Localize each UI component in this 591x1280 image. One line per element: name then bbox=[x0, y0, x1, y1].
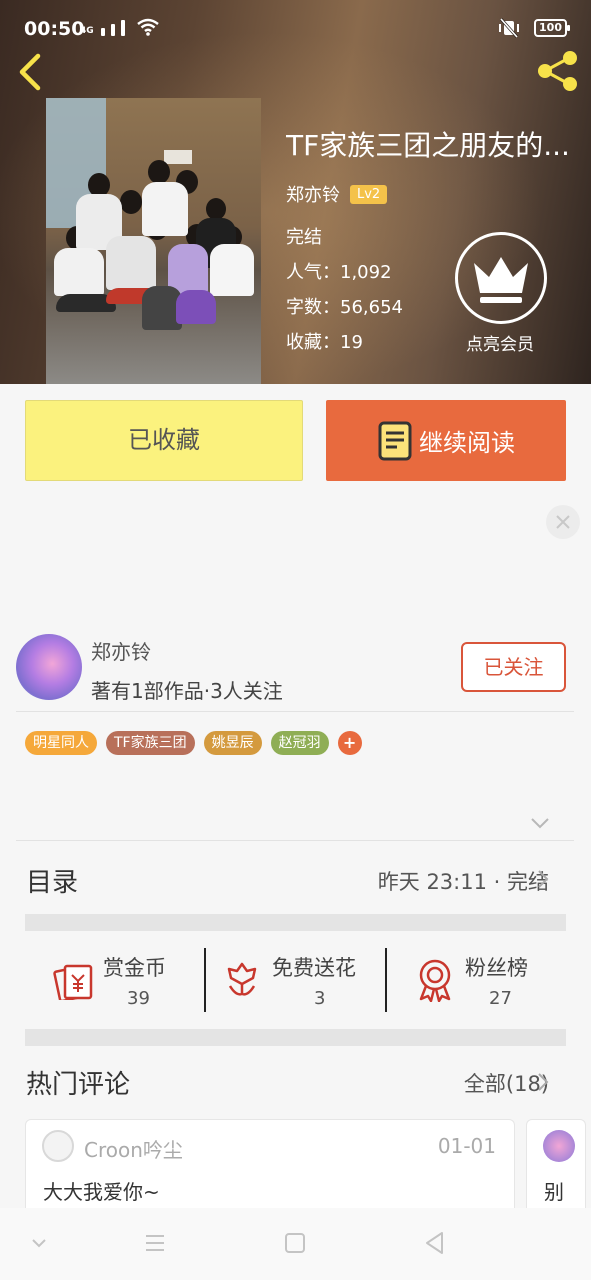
fans-ranking-button[interactable]: 粉丝榜 27 bbox=[387, 944, 566, 1020]
stat-label: 粉丝榜 bbox=[465, 956, 528, 980]
add-tag-button[interactable]: + bbox=[337, 731, 362, 755]
book-word-count: 字数：56,654 bbox=[286, 297, 403, 318]
stats-row: 赏金币 39 免费送花 3 粉丝榜 27 bbox=[25, 944, 566, 1020]
stat-label: 赏金币 bbox=[103, 956, 166, 980]
medal-icon bbox=[419, 959, 451, 1002]
author-card-name: 郑亦铃 bbox=[91, 640, 151, 664]
author-card-description: 著有1部作品·3人关注 bbox=[91, 679, 283, 703]
vip-label: 点亮会员 bbox=[466, 335, 534, 355]
menu-icon[interactable] bbox=[142, 1230, 168, 1256]
home-square-icon[interactable] bbox=[282, 1230, 308, 1256]
comment-text: 别 bbox=[544, 1180, 564, 1204]
continue-reading-button[interactable]: 继续阅读 bbox=[326, 400, 566, 481]
tag[interactable]: 赵冠羽 bbox=[270, 731, 329, 755]
red-envelope-icon bbox=[53, 964, 93, 1000]
avatar[interactable] bbox=[543, 1130, 575, 1162]
collected-button[interactable]: 已收藏 bbox=[25, 400, 303, 481]
comment-date: 01-01 bbox=[437, 1134, 496, 1158]
divider bbox=[16, 711, 574, 712]
catalog-title[interactable]: 目录 bbox=[26, 862, 78, 899]
back-arrow-icon[interactable] bbox=[14, 50, 50, 94]
stat-value: 27 bbox=[489, 988, 512, 1009]
section-separator bbox=[25, 914, 566, 931]
network-type: 4G bbox=[80, 26, 94, 36]
book-meta: 完结 人气：1,092 字数：56,654 收藏：19 bbox=[286, 226, 403, 366]
status-time: 00:50 bbox=[24, 18, 85, 40]
chevron-right-icon[interactable] bbox=[537, 1072, 549, 1092]
comment-user: Croon吟尘 bbox=[84, 1138, 183, 1162]
level-badge: Lv2 bbox=[350, 184, 388, 204]
divider bbox=[16, 840, 574, 841]
system-nav-bar bbox=[0, 1208, 591, 1280]
chevron-down-icon[interactable] bbox=[530, 816, 550, 830]
reward-coins-button[interactable]: 赏金币 39 bbox=[25, 944, 205, 1020]
book-favorites: 收藏：19 bbox=[286, 332, 363, 353]
book-header: 00:50 4G 100 TF家族三团之朋友的... 郑亦铃 Lv2 完结 人气… bbox=[0, 0, 591, 384]
comment-card[interactable]: Croon吟尘 01-01 大大我爱你~ bbox=[25, 1119, 515, 1219]
tag[interactable]: 明星同人 bbox=[25, 731, 97, 755]
book-cover-image[interactable] bbox=[46, 98, 261, 384]
author-card[interactable]: 郑亦铃 著有1部作品·3人关注 已关注 bbox=[16, 630, 576, 712]
section-separator bbox=[25, 1029, 566, 1046]
crown-icon bbox=[474, 257, 528, 303]
comment-card[interactable]: 别 bbox=[526, 1119, 586, 1219]
comments-title: 热门评论 bbox=[26, 1070, 131, 1100]
stat-value: 3 bbox=[314, 988, 326, 1009]
comment-text: 大大我爱你~ bbox=[43, 1180, 160, 1204]
author-row[interactable]: 郑亦铃 Lv2 bbox=[286, 181, 388, 207]
stat-value: 39 bbox=[127, 988, 150, 1009]
share-icon[interactable] bbox=[533, 46, 583, 96]
book-icon bbox=[378, 421, 412, 460]
chevron-down-icon[interactable] bbox=[26, 1230, 52, 1256]
author-name[interactable]: 郑亦铃 bbox=[286, 181, 340, 207]
book-popularity: 人气：1,092 bbox=[286, 262, 392, 283]
back-triangle-icon[interactable] bbox=[422, 1230, 448, 1256]
wifi-icon bbox=[136, 18, 159, 36]
battery-indicator: 100 bbox=[534, 19, 570, 37]
flower-icon bbox=[227, 962, 257, 996]
close-icon[interactable] bbox=[546, 505, 580, 539]
chevron-right-icon[interactable] bbox=[537, 869, 549, 889]
mute-vibrate-icon bbox=[499, 18, 520, 38]
avatar[interactable] bbox=[16, 634, 82, 700]
book-status: 完结 bbox=[286, 227, 322, 248]
tag[interactable]: 姚昱辰 bbox=[203, 731, 262, 755]
status-bar: 00:50 4G 100 bbox=[0, 0, 591, 58]
book-title: TF家族三团之朋友的... bbox=[286, 129, 570, 162]
stat-label: 免费送花 bbox=[272, 956, 356, 980]
signal-icon: 4G bbox=[80, 18, 159, 36]
free-flower-button[interactable]: 免费送花 3 bbox=[206, 944, 386, 1020]
continue-reading-label: 继续阅读 bbox=[419, 429, 515, 457]
follow-button[interactable]: 已关注 bbox=[461, 642, 566, 692]
vip-button[interactable]: 点亮会员 bbox=[455, 232, 549, 355]
avatar[interactable] bbox=[42, 1130, 74, 1162]
tag-list: 明星同人 TF家族三团 姚昱辰 赵冠羽 + bbox=[25, 731, 362, 755]
tag[interactable]: TF家族三团 bbox=[106, 731, 195, 755]
catalog-status[interactable]: 昨天 23:11 · 完结 bbox=[378, 866, 549, 896]
